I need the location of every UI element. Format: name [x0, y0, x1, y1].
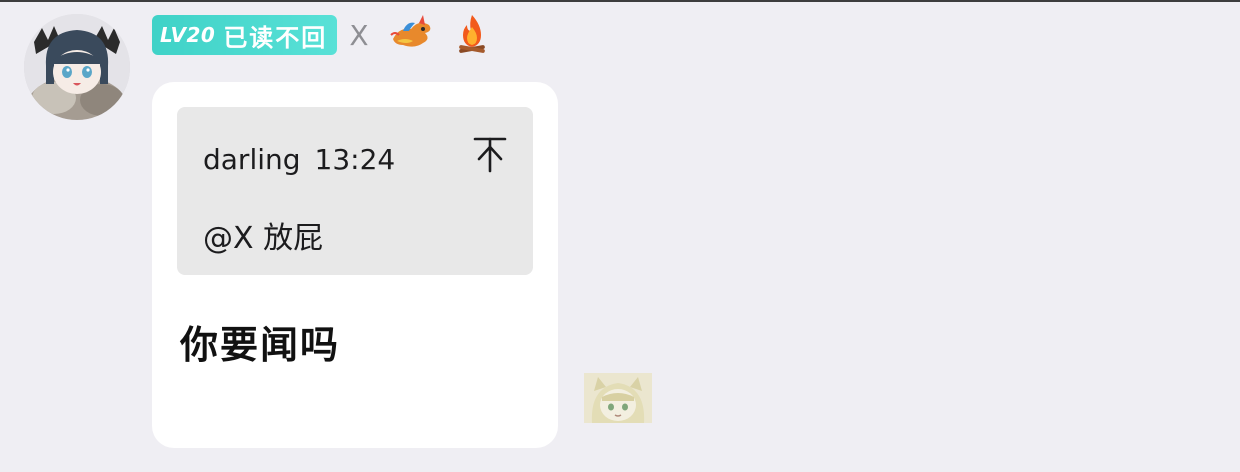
sender-avatar[interactable] [24, 14, 130, 120]
dragon-icon [389, 13, 435, 57]
level-label: LV20 [160, 23, 216, 47]
sticker-image[interactable] [584, 373, 652, 423]
sender-header: LV20 已读不回 X [152, 14, 489, 56]
sender-name[interactable]: X [349, 19, 368, 52]
message-bubble[interactable]: darling 13:24 @X 放屁 你要闻吗 [152, 82, 558, 448]
level-badge[interactable]: LV20 已读不回 [152, 15, 338, 55]
jump-to-original-icon[interactable] [473, 135, 507, 175]
message-text: 你要闻吗 [180, 323, 341, 367]
quoted-message[interactable]: darling 13:24 @X 放屁 [177, 107, 533, 275]
fire-icon [455, 13, 489, 57]
avatar-image [24, 14, 130, 120]
quote-meta: darling 13:24 [203, 143, 395, 176]
badge-title: 已读不回 [223, 23, 328, 52]
quote-author: darling [203, 143, 301, 176]
top-divider [0, 0, 1240, 2]
quote-text: @X 放屁 [203, 221, 324, 256]
quote-time: 13:24 [314, 143, 396, 176]
